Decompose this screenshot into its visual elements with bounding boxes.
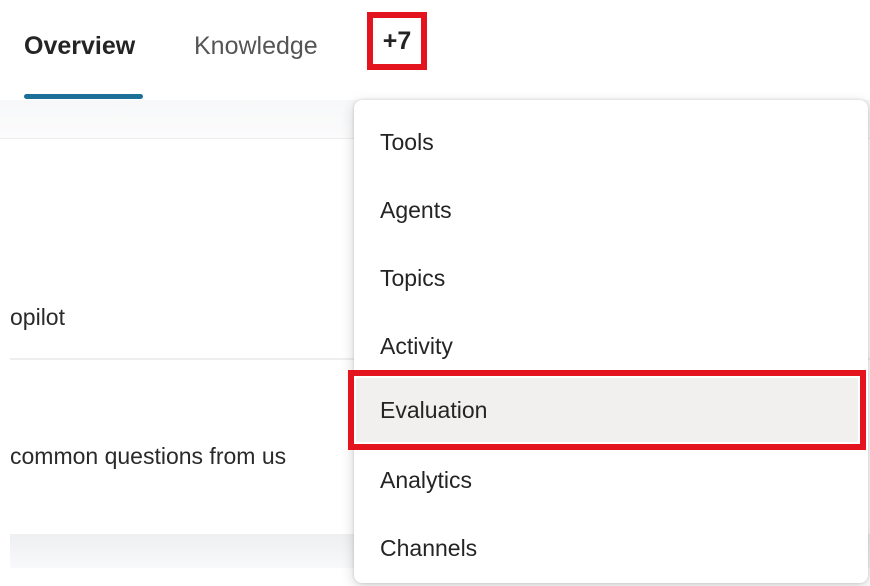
- menu-item-channels[interactable]: Channels: [354, 520, 868, 576]
- menu-item-agents[interactable]: Agents: [354, 182, 868, 238]
- menu-item-evaluation[interactable]: Evaluation: [348, 370, 866, 450]
- menu-item-evaluation-label: Evaluation: [380, 397, 488, 423]
- tab-bar: Overview Knowledge +7: [0, 0, 870, 100]
- tab-overview-underline: [24, 94, 143, 99]
- description-text: common questions from us: [10, 443, 287, 469]
- tab-more-button[interactable]: +7: [367, 12, 427, 70]
- more-tabs-menu: Tools Agents Topics Activity Analytics C…: [354, 100, 868, 583]
- menu-item-activity[interactable]: Activity: [354, 318, 868, 374]
- menu-item-tools[interactable]: Tools: [354, 114, 868, 170]
- menu-item-analytics[interactable]: Analytics: [354, 452, 868, 508]
- menu-item-topics[interactable]: Topics: [354, 250, 868, 306]
- copilot-name-text: opilot: [10, 304, 65, 330]
- tab-knowledge[interactable]: Knowledge: [194, 26, 318, 66]
- tab-overview[interactable]: Overview: [24, 26, 135, 66]
